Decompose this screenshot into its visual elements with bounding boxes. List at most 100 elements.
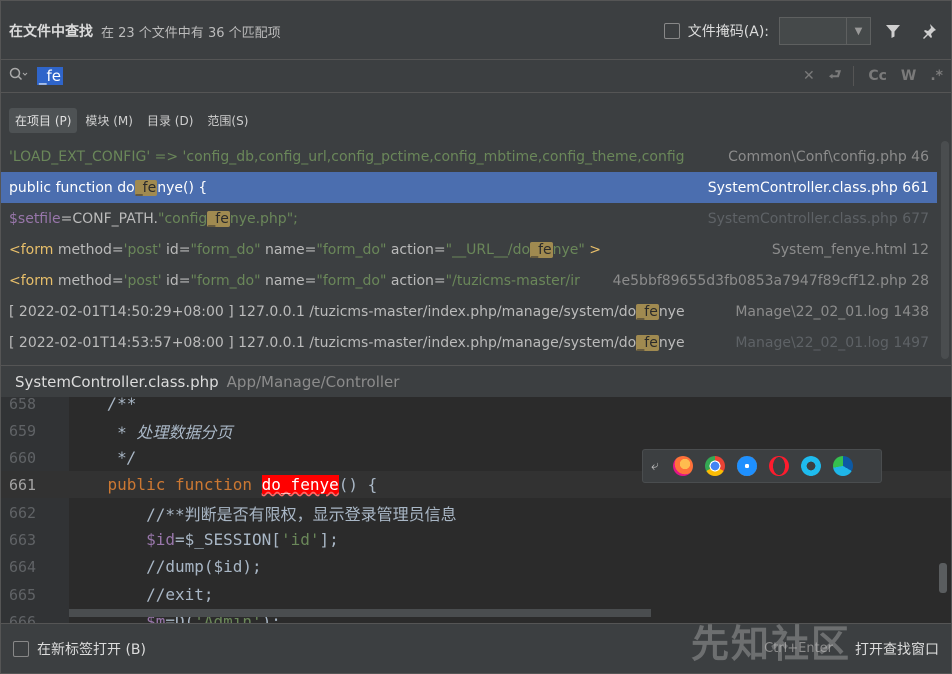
line-number: 659	[9, 421, 37, 440]
editor-horizontal-scrollbar[interactable]	[69, 609, 651, 617]
match-case-icon[interactable]: Cc	[868, 68, 887, 84]
result-row[interactable]: 'LOAD_EXT_CONFIG' => 'config_db,config_u…	[1, 141, 937, 172]
pin-icon[interactable]	[915, 17, 943, 45]
result-code: [ 2022-02-01T14:53:57+08:00 ] 127.0.0.1 …	[9, 334, 637, 351]
scope-project[interactable]: 在项目 (P)	[9, 107, 78, 133]
result-file: Manage\22_02_01.log 1497	[735, 334, 929, 351]
code-text: //exit;	[69, 585, 214, 604]
result-code: 'LOAD_EXT_CONFIG' =>	[9, 148, 183, 165]
result-string: "__URL__/do	[445, 241, 531, 258]
result-file: Common\Conf\config.php 46	[728, 148, 929, 165]
result-string: "form_do"	[316, 241, 387, 258]
code-string: 'id'	[280, 530, 320, 549]
chevron-down-icon[interactable]: ▼	[846, 18, 870, 44]
file-mask-label: 文件掩码(A):	[687, 24, 769, 40]
edge-icon[interactable]	[832, 456, 853, 476]
line-number: 661	[9, 475, 37, 494]
code-line: 659 * 处理数据分页	[1, 417, 951, 444]
result-row[interactable]: [ 2022-02-01T14:53:57+08:00 ] 127.0.0.1 …	[1, 327, 937, 358]
result-attr: method=	[53, 272, 124, 289]
code-text: () {	[338, 475, 378, 494]
result-attr: action=	[386, 241, 446, 258]
search-input[interactable]: _fe	[37, 67, 789, 85]
line-number: 665	[9, 585, 37, 604]
result-string: "form_do"	[190, 241, 261, 258]
function-match-highlight: do_fenye	[261, 475, 339, 494]
search-row: _fe ✕ ⮐ Cc W .*	[1, 59, 951, 93]
result-string: 'config_db,config_url,config_pctime,conf…	[182, 148, 685, 165]
result-file: 4e5bbf89655d3fb0853a7947f89cff12.php 28	[612, 272, 929, 289]
preview-file-name: SystemController.class.php	[15, 372, 219, 391]
code-keyword: public function	[69, 475, 262, 494]
replace-toggle-icon[interactable]: ⮐	[829, 64, 842, 88]
result-attr: name=	[260, 241, 317, 258]
result-row-selected[interactable]: public function do_fenye() { SystemContr…	[1, 172, 937, 203]
scope-range[interactable]: 范围(S)	[201, 108, 254, 133]
result-file: SystemController.class.php 677	[707, 210, 929, 227]
scope-module[interactable]: 模块 (M)	[79, 108, 139, 133]
result-attr: method=	[53, 241, 124, 258]
open-find-window-button[interactable]: 打开查找窗口	[855, 639, 939, 659]
code-line: 664 //dump($id);	[1, 553, 951, 580]
find-in-files-dialog: 在文件中查找 在 23 个文件中有 36 个匹配项 文件掩码(A): ▼ _fe…	[0, 0, 952, 674]
code-text: ];	[319, 530, 339, 549]
result-code: public function do	[9, 179, 135, 196]
clear-icon[interactable]: ✕	[803, 68, 815, 84]
match-summary: 在 23 个文件中有 36 个匹配项	[101, 25, 281, 41]
file-mask-checkbox[interactable]	[663, 23, 680, 39]
line-number: 666	[9, 612, 37, 624]
opera-icon[interactable]	[768, 456, 789, 476]
ie-icon[interactable]	[800, 456, 821, 476]
firefox-icon[interactable]	[672, 456, 693, 476]
result-code: =CONF_PATH.	[60, 210, 158, 227]
result-row[interactable]: <form method='post' id="form_do" name="f…	[1, 265, 937, 296]
result-file: SystemController.class.php 661	[707, 179, 929, 196]
code-text: * 处理数据分页	[69, 422, 233, 442]
file-mask-combo[interactable]: ▼	[779, 17, 871, 45]
result-string: "/tuzicms-master/ir	[445, 272, 580, 289]
code-line: 662 //**判断是否有限权，显示登录管理员信息	[1, 499, 951, 526]
match-highlight: _fe	[636, 303, 659, 320]
editor-vertical-scrollbar[interactable]	[939, 563, 947, 593]
scope-directory[interactable]: 目录 (D)	[141, 108, 199, 133]
result-attr: action=	[386, 272, 446, 289]
match-highlight: _fe	[636, 334, 659, 351]
result-file: Manage\22_02_01.log 1438	[735, 303, 929, 320]
safari-icon[interactable]	[736, 456, 757, 476]
result-code: nye	[658, 303, 685, 320]
result-code: nye	[658, 334, 685, 351]
soft-wrap-icon[interactable]: ⤶	[651, 458, 659, 474]
line-number: 660	[9, 448, 37, 467]
result-attr: id=	[161, 272, 191, 289]
chrome-icon[interactable]	[704, 456, 725, 476]
result-variable: $setfile	[9, 210, 61, 227]
result-string: "form_do"	[190, 272, 261, 289]
new-tab-checkbox[interactable]	[13, 640, 29, 657]
result-row[interactable]: <form method='post' id="form_do" name="f…	[1, 234, 937, 265]
line-number: 662	[9, 503, 37, 522]
regex-icon[interactable]: .*	[930, 68, 943, 84]
result-string: 'post'	[123, 241, 162, 258]
result-string: "config	[158, 210, 208, 227]
line-number: 663	[9, 530, 37, 549]
search-history-icon[interactable]	[9, 67, 37, 85]
whole-words-icon[interactable]: W	[901, 68, 916, 84]
results-scrollbar[interactable]	[941, 141, 949, 359]
result-row[interactable]: [ 2022-02-01T14:50:29+08:00 ] 127.0.0.1 …	[1, 296, 937, 327]
result-attr: id=	[161, 241, 191, 258]
result-string: nye.php";	[229, 210, 298, 227]
result-attr: name=	[260, 272, 317, 289]
preview-file-path: App/Manage/Controller	[226, 372, 400, 391]
code-preview[interactable]: 658 /** 659 * 处理数据分页 660 */ 661 public f…	[1, 397, 951, 623]
match-highlight: _fe	[530, 241, 553, 258]
code-line: 663 $id=$_SESSION['id'];	[1, 526, 951, 553]
result-code: nye() {	[157, 179, 208, 196]
filter-icon[interactable]	[879, 17, 907, 45]
search-query-text: _fe	[37, 67, 64, 85]
result-row[interactable]: $setfile=CONF_PATH."config_fenye.php"; S…	[1, 203, 937, 234]
code-text: /**	[69, 397, 137, 413]
code-line: 658 /**	[1, 397, 951, 417]
result-tag: <form	[9, 241, 54, 258]
toolbar-divider	[853, 66, 855, 86]
code-text: //**判断是否有限权，显示登录管理员信息	[69, 504, 457, 524]
